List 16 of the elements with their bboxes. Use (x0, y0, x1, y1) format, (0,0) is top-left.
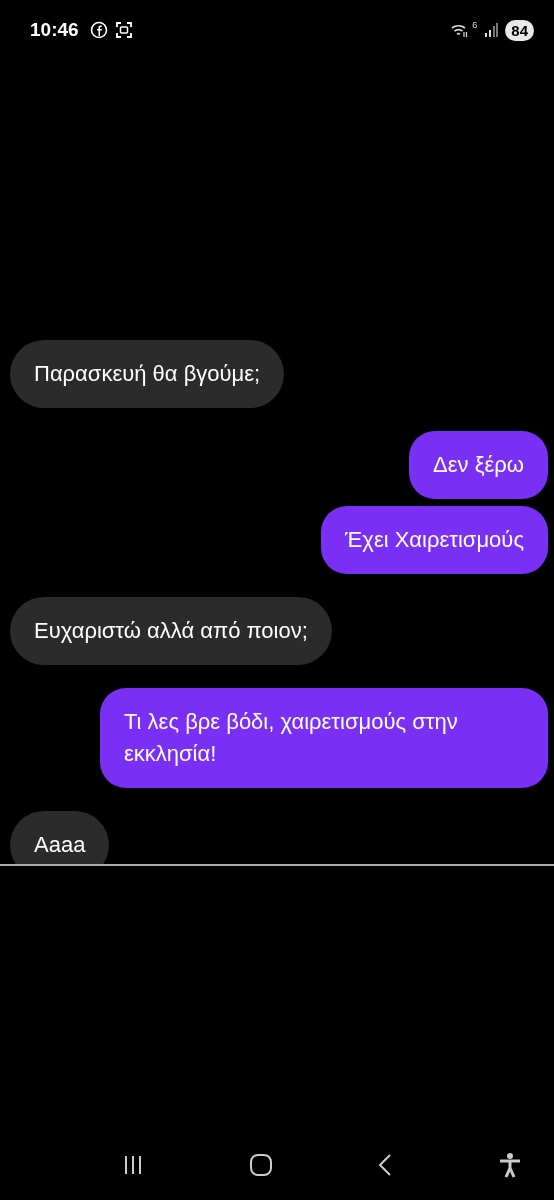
message-bubble: Ευχαριστώ αλλά από ποιον; (10, 597, 332, 665)
screenshot-icon (114, 21, 133, 39)
message-bubble: Δεν ξέρω (409, 431, 548, 499)
battery-level: 84 (505, 19, 534, 41)
wifi-icon (451, 22, 470, 38)
back-icon[interactable] (377, 1153, 394, 1177)
message-bubble: Τι λες βρε βόδι, χαιρετισμούς στην εκκλησία! (100, 688, 548, 788)
message-bubble: Αaaa (10, 811, 110, 864)
message-bubble: Παρασκευή θα βγούμε; (10, 340, 285, 408)
accessibility-icon[interactable] (497, 1152, 522, 1178)
facebook-icon (89, 21, 108, 39)
message-bubble: Έχει Χαιρετισμούς (321, 506, 548, 574)
clock: 10:46 (30, 19, 79, 41)
home-icon[interactable] (248, 1153, 273, 1177)
wifi-label: 6 (472, 20, 478, 30)
signal-icon (484, 23, 499, 37)
